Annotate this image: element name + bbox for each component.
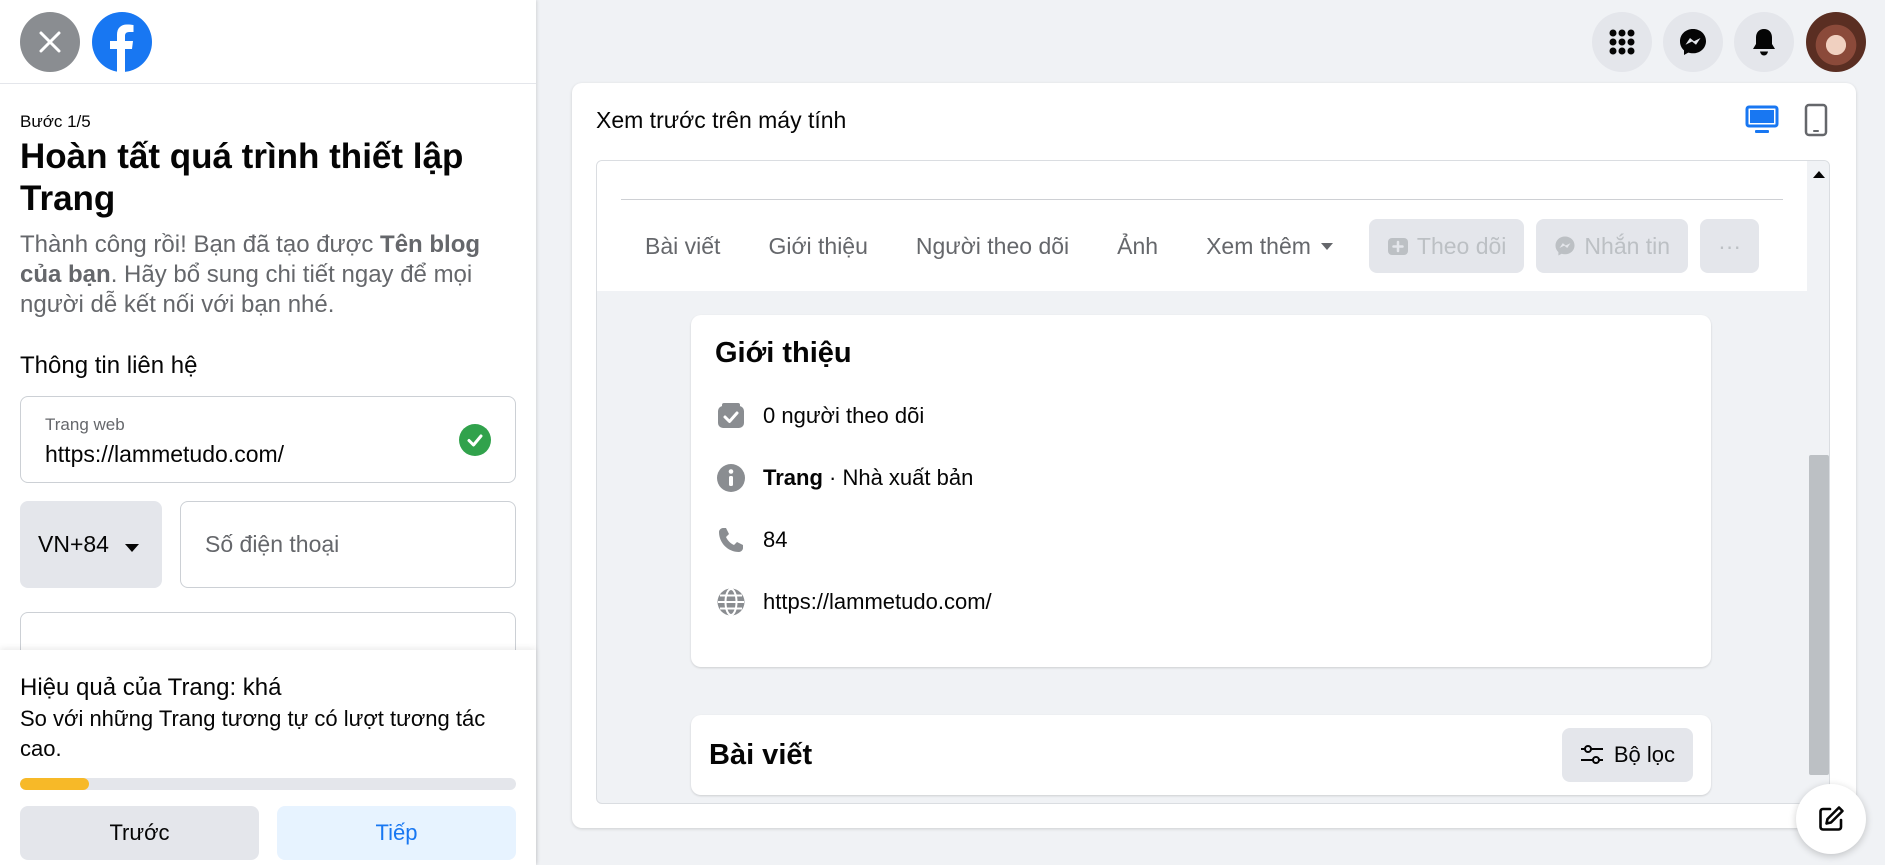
intro-title: Giới thiệu	[715, 337, 852, 369]
filter-icon	[1580, 745, 1603, 764]
chevron-down-icon	[1320, 242, 1333, 250]
country-code-select[interactable]: VN+84	[20, 501, 162, 588]
facebook-logo[interactable]	[92, 12, 152, 72]
mobile-preview-icon[interactable]	[1804, 103, 1828, 137]
tab-about[interactable]: Giới thiệu	[744, 233, 891, 260]
page-nav-area: Bài viết Giới thiệu Người theo dõi Ảnh X…	[597, 161, 1807, 291]
previous-button[interactable]: Trước	[20, 806, 259, 860]
phone-value: 84	[763, 527, 788, 552]
category-row: Trang · Nhà xuất bản	[715, 462, 1687, 494]
edit-icon	[1819, 806, 1844, 831]
preview-card: Xem trước trên máy tính Bài viết Giới th…	[572, 83, 1856, 828]
phone-input[interactable]: Số điện thoại	[180, 501, 516, 588]
bell-icon	[1753, 29, 1775, 56]
messenger-icon	[1680, 29, 1706, 55]
followers-icon	[715, 400, 747, 432]
desktop-preview-icon[interactable]	[1745, 105, 1779, 135]
menu-button[interactable]	[1592, 12, 1652, 72]
posts-title: Bài viết	[709, 738, 813, 771]
tab-photos[interactable]: Ảnh	[1093, 233, 1182, 260]
scrollbar-thumb[interactable]	[1809, 455, 1829, 775]
setup-description: Thành công rồi! Bạn đã tạo được Tên blog…	[20, 230, 516, 320]
desc-text-1: Thành công rồi! Bạn đã tạo được	[20, 231, 381, 258]
follow-label: Theo dõi	[1416, 232, 1507, 259]
category-value: · Nhà xuất bản	[822, 465, 974, 490]
nav-buttons: Trước Tiếp	[20, 806, 516, 860]
performance-bar	[20, 778, 516, 790]
close-icon	[39, 31, 61, 53]
contact-heading: Thông tin liên hệ	[20, 352, 198, 379]
phone-row-preview: 84	[715, 524, 1687, 556]
notifications-button[interactable]	[1734, 12, 1794, 72]
divider	[621, 199, 1783, 200]
page-title: Hoàn tất quá trình thiết lập Trang	[20, 137, 464, 218]
close-button[interactable]	[20, 12, 80, 72]
next-field[interactable]	[20, 612, 516, 650]
preview-heading: Xem trước trên máy tính	[596, 107, 847, 133]
grid-menu-icon	[1609, 29, 1635, 55]
posts-card: Bài viết Bộ lọc	[691, 715, 1711, 795]
messenger-icon	[1555, 236, 1575, 256]
message-button[interactable]: Nhắn tin	[1536, 219, 1689, 273]
scroll-up-arrow[interactable]	[1813, 171, 1825, 178]
tab-more[interactable]: Xem thêm	[1182, 233, 1357, 260]
tab-more-label: Xem thêm	[1206, 232, 1311, 259]
check-icon	[459, 424, 491, 456]
setup-footer: Hiệu quả của Trang: khá So với những Tra…	[0, 650, 536, 865]
setup-panel: Bước 1/5 Hoàn tất quá trình thiết lập Tr…	[0, 0, 536, 865]
website-field[interactable]: Trang web https://lammetudo.com/	[20, 396, 516, 483]
intro-card: Giới thiệu 0 người theo dõi Trang · Nhà …	[691, 315, 1711, 667]
profile-avatar[interactable]	[1806, 12, 1866, 72]
website-link[interactable]: https://lammetudo.com/	[763, 589, 992, 615]
follow-icon	[1387, 238, 1408, 255]
tab-posts[interactable]: Bài viết	[621, 233, 744, 260]
phone-icon	[715, 524, 747, 556]
website-row-preview: https://lammetudo.com/	[715, 586, 1687, 618]
performance-title: Hiệu quả của Trang: khá	[20, 674, 282, 701]
filter-button[interactable]: Bộ lọc	[1561, 728, 1693, 782]
message-label: Nhắn tin	[1584, 232, 1671, 259]
country-code-value: VN+84	[38, 531, 109, 557]
filter-label: Bộ lọc	[1613, 742, 1675, 767]
messenger-button[interactable]	[1663, 12, 1723, 72]
page-tabs: Bài viết Giới thiệu Người theo dõi Ảnh X…	[621, 219, 1760, 273]
page-preview-frame: Bài viết Giới thiệu Người theo dõi Ảnh X…	[596, 160, 1830, 804]
setup-form: Bước 1/5 Hoàn tất quá trình thiết lập Tr…	[0, 85, 536, 650]
followers-count: 0 người theo dõi	[763, 403, 925, 428]
followers-row: 0 người theo dõi	[715, 400, 1687, 432]
next-button[interactable]: Tiếp	[277, 806, 516, 860]
phone-row: VN+84 Số điện thoại	[20, 501, 516, 588]
follow-button[interactable]: Theo dõi	[1368, 219, 1525, 273]
website-value[interactable]: https://lammetudo.com/	[45, 441, 491, 468]
website-label: Trang web	[45, 415, 125, 434]
info-icon	[715, 462, 747, 494]
compose-button[interactable]	[1796, 784, 1866, 854]
more-options-button[interactable]: ···	[1700, 219, 1760, 273]
step-indicator: Bước 1/5	[20, 112, 91, 131]
performance-description: So với những Trang tương tự có lượt tươn…	[20, 706, 486, 761]
tab-followers[interactable]: Người theo dõi	[892, 233, 1093, 260]
category-label: Trang	[763, 465, 823, 490]
chevron-down-icon	[124, 543, 139, 552]
globe-icon	[715, 586, 747, 618]
performance-bar-fill	[20, 778, 90, 790]
setup-header	[0, 0, 536, 84]
